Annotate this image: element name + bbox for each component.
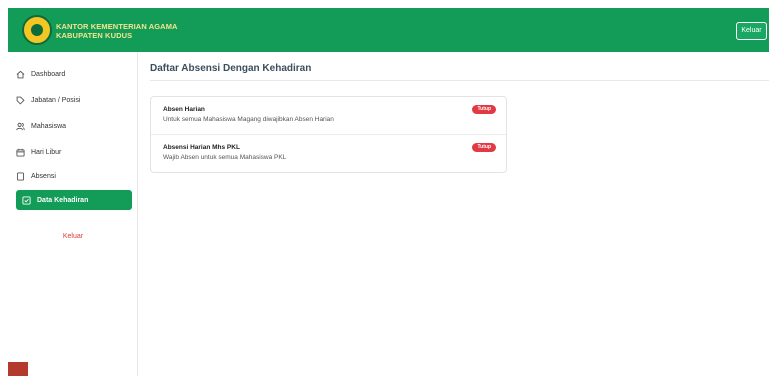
users-icon (16, 122, 25, 130)
sidebar-item-label: Dashboard (31, 70, 66, 78)
sidebar-item-absensi[interactable]: Absensi (16, 166, 132, 186)
sidebar-item-data-kehadiran[interactable]: Data Kehadiran (16, 190, 132, 210)
top-bar: KANTOR KEMENTERIAN AGAMA KABUPATEN KUDUS… (8, 8, 769, 52)
title-divider (150, 80, 769, 81)
sidebar-item-label: Mahasiswa (31, 122, 67, 130)
calendar-icon (16, 148, 25, 157)
attendance-list-card: Absen Harian Untuk semua Mahasiswa Magan… (150, 96, 507, 173)
sidebar-item-jabatan[interactable]: Jabatan / Posisi (16, 90, 132, 110)
file-icon (16, 171, 25, 181)
kemenag-logo-icon (22, 15, 52, 45)
brand-title: KANTOR KEMENTERIAN AGAMA KABUPATEN KUDUS (56, 22, 178, 40)
brand-line-1: KANTOR KEMENTERIAN AGAMA (56, 22, 178, 31)
list-item[interactable]: Absensi Harian Mhs PKL Wajib Absen untuk… (151, 135, 506, 173)
sidebar-item-label: Jabatan / Posisi (31, 96, 81, 104)
list-item-description: Wajib Absen untuk semua Mahasiswa PKL (163, 154, 287, 161)
brand-line-2: KABUPATEN KUDUS (56, 31, 133, 40)
list-item[interactable]: Absen Harian Untuk semua Mahasiswa Magan… (151, 97, 506, 135)
status-badge: Tutup (472, 143, 496, 152)
sidebar-item-hari-libur[interactable]: Hari Libur (16, 142, 132, 162)
list-item-title: Absensi Harian Mhs PKL (163, 144, 240, 151)
home-icon (16, 70, 25, 78)
sidebar-item-mahasiswa[interactable]: Mahasiswa (16, 116, 132, 136)
corner-app-icon (8, 362, 28, 376)
list-item-description: Untuk semua Mahasiswa Magang diwajibkan … (163, 116, 334, 123)
sidebar-item-label: Hari Libur (31, 148, 62, 156)
tag-icon (16, 96, 25, 105)
main-content: Daftar Absensi Dengan Kehadiran Absen Ha… (150, 52, 769, 376)
page-title: Daftar Absensi Dengan Kehadiran (150, 63, 312, 74)
logout-button[interactable]: Keluar (736, 22, 767, 40)
list-item-title: Absen Harian (163, 106, 205, 113)
sidebar-item-label: Absensi (31, 172, 56, 180)
status-badge: Tutup (472, 105, 496, 114)
sidebar-item-label: Data Kehadiran (37, 196, 89, 204)
sidebar: Dashboard Jabatan / Posisi Mahasiswa Har… (8, 52, 138, 376)
sidebar-logout-link[interactable]: Keluar (8, 233, 138, 240)
sidebar-item-dashboard[interactable]: Dashboard (16, 64, 132, 84)
checklist-icon (22, 195, 31, 205)
